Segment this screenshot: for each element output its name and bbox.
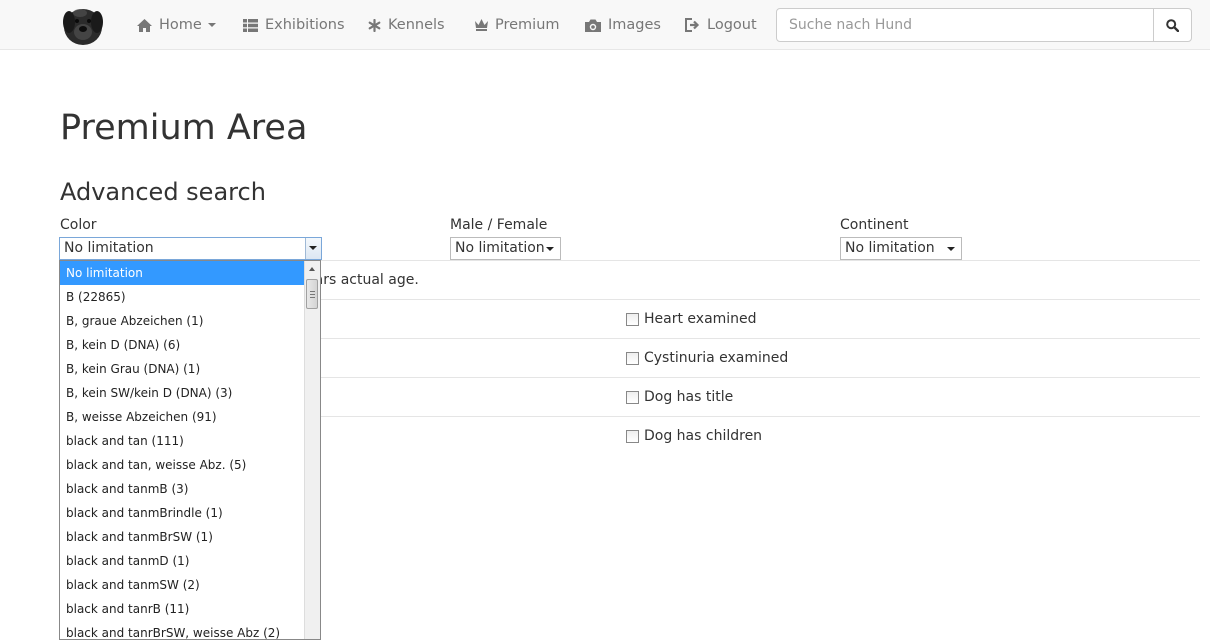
color-select[interactable]: No limitation bbox=[59, 237, 322, 260]
nav-home[interactable]: Home bbox=[137, 0, 216, 50]
sex-select-value: No limitation bbox=[455, 240, 545, 256]
chevron-down-icon bbox=[309, 246, 317, 250]
color-option[interactable]: No limitation bbox=[60, 261, 304, 285]
nav-images[interactable]: Images bbox=[585, 0, 661, 50]
sex-label: Male / Female bbox=[450, 217, 548, 233]
nav-premium[interactable]: Premium bbox=[475, 0, 560, 50]
dog-has-children-label: Dog has children bbox=[644, 428, 763, 444]
nav-logout[interactable]: Logout bbox=[684, 0, 757, 50]
search-icon bbox=[1166, 18, 1179, 32]
home-icon bbox=[137, 18, 152, 32]
dog-has-children-checkbox[interactable] bbox=[626, 429, 639, 443]
color-option[interactable]: B, weisse Abzeichen (91) bbox=[60, 405, 304, 429]
cystinuria-examined-option[interactable]: Cystinuria examined bbox=[626, 350, 788, 366]
nav-exhibitions-label: Exhibitions bbox=[265, 17, 345, 33]
section-title: Advanced search bbox=[60, 178, 266, 206]
heart-examined-checkbox[interactable] bbox=[626, 312, 639, 326]
continent-select-value: No limitation bbox=[845, 240, 935, 256]
color-option[interactable]: B, kein D (DNA) (6) bbox=[60, 333, 304, 357]
color-option[interactable]: black and tanmD (1) bbox=[60, 549, 304, 573]
color-option[interactable]: black and tanrBrSW, weisse Abz (2) bbox=[60, 621, 304, 639]
nav-premium-label: Premium bbox=[495, 17, 560, 33]
camera-icon bbox=[585, 19, 601, 32]
continent-select[interactable]: No limitation bbox=[840, 237, 962, 260]
color-option[interactable]: black and tan (111) bbox=[60, 429, 304, 453]
nav-logout-label: Logout bbox=[707, 17, 757, 33]
continent-label: Continent bbox=[840, 217, 909, 233]
crown-icon bbox=[475, 19, 488, 31]
cystinuria-examined-label: Cystinuria examined bbox=[644, 350, 789, 366]
color-label: Color bbox=[60, 217, 97, 233]
color-option[interactable]: B, graue Abzeichen (1) bbox=[60, 309, 304, 333]
color-option[interactable]: black and tanrB (11) bbox=[60, 597, 304, 621]
nav-images-label: Images bbox=[608, 17, 661, 33]
heart-examined-label: Heart examined bbox=[644, 311, 757, 327]
color-option[interactable]: black and tanmSW (2) bbox=[60, 573, 304, 597]
scroll-thumb[interactable] bbox=[306, 279, 318, 309]
dog-has-title-label: Dog has title bbox=[644, 389, 734, 405]
color-select-value: No limitation bbox=[64, 240, 154, 256]
dog-has-title-option[interactable]: Dog has title bbox=[626, 389, 733, 405]
color-option[interactable]: B (22865) bbox=[60, 285, 304, 309]
color-dropdown-list[interactable]: No limitation B (22865) B, graue Abzeich… bbox=[59, 260, 321, 640]
heart-examined-option[interactable]: Heart examined bbox=[626, 311, 757, 327]
scroll-up-button[interactable] bbox=[305, 261, 320, 278]
color-option[interactable]: black and tanmB (3) bbox=[60, 477, 304, 501]
search-input[interactable] bbox=[776, 8, 1154, 42]
dog-has-children-option[interactable]: Dog has children bbox=[626, 428, 762, 444]
logout-icon bbox=[685, 18, 700, 32]
dropdown-scrollbar[interactable] bbox=[304, 261, 320, 639]
chevron-up-icon bbox=[309, 267, 315, 271]
sex-select[interactable]: No limitation bbox=[450, 237, 561, 260]
dog-has-title-checkbox[interactable] bbox=[626, 390, 639, 404]
th-list-icon bbox=[243, 18, 258, 32]
dog-logo[interactable] bbox=[60, 2, 106, 48]
search-button[interactable] bbox=[1153, 8, 1192, 42]
color-option[interactable]: B, kein SW/kein D (DNA) (3) bbox=[60, 381, 304, 405]
chevron-down-icon bbox=[947, 247, 955, 251]
color-select-button[interactable] bbox=[305, 238, 321, 259]
chevron-down-icon bbox=[546, 247, 554, 251]
asterisk-icon bbox=[368, 18, 381, 32]
color-option[interactable]: black and tan, weisse Abz. (5) bbox=[60, 453, 304, 477]
nav-kennels[interactable]: Kennels bbox=[368, 0, 445, 50]
nav-home-label: Home bbox=[159, 17, 202, 33]
color-option[interactable]: black and tanmBrSW (1) bbox=[60, 525, 304, 549]
nav-kennels-label: Kennels bbox=[388, 17, 445, 33]
nav-exhibitions[interactable]: Exhibitions bbox=[243, 0, 345, 50]
search-group bbox=[776, 8, 1192, 42]
chevron-down-icon bbox=[207, 23, 216, 27]
age-filter-text: ears actual age. bbox=[306, 272, 419, 288]
cystinuria-examined-checkbox[interactable] bbox=[626, 351, 639, 365]
page-title: Premium Area bbox=[60, 108, 308, 148]
color-option[interactable]: black and tanmBrindle (1) bbox=[60, 501, 304, 525]
top-navbar: Home Exhibitions Kennels Premium Images bbox=[0, 0, 1210, 50]
color-option[interactable]: B, kein Grau (DNA) (1) bbox=[60, 357, 304, 381]
